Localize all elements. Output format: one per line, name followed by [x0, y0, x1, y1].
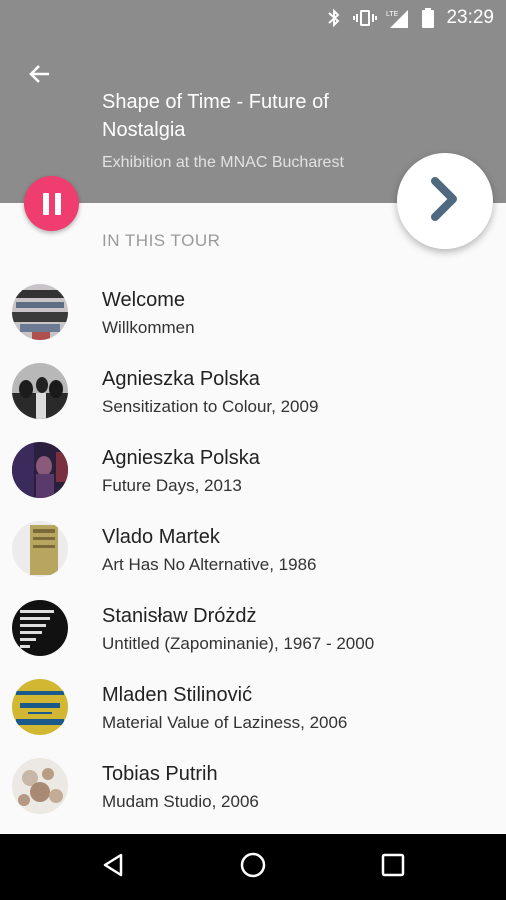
svg-text:LTE: LTE: [386, 11, 399, 18]
item-title: Mladen Stilinović: [102, 684, 253, 706]
home-circle-icon: [238, 850, 268, 885]
back-triangle-icon: [99, 851, 127, 884]
section-label: IN THIS TOUR: [102, 231, 221, 250]
list-item[interactable]: Agnieszka Polska Sensitization to Colour…: [0, 351, 506, 430]
next-button[interactable]: [397, 153, 493, 249]
item-subtitle: Material Value of Laziness, 2006: [102, 713, 348, 732]
pause-icon: [40, 192, 64, 215]
artwork-thumbnail: [12, 600, 68, 656]
list-item[interactable]: Mladen Stilinović Material Value of Lazi…: [0, 667, 506, 746]
list-item[interactable]: Agnieszka Polska Future Days, 2013: [0, 430, 506, 509]
chevron-right-icon: [423, 173, 467, 230]
item-title: Stanisław Dróżdż: [102, 605, 257, 627]
item-title: Agnieszka Polska: [102, 447, 260, 469]
battery-icon: [420, 6, 436, 35]
navigation-bar: [0, 834, 506, 900]
item-subtitle: Art Has No Alternative, 1986: [102, 555, 317, 574]
item-subtitle: Mudam Studio, 2006: [102, 792, 259, 811]
clock: 23:29: [446, 7, 494, 28]
item-subtitle: Future Days, 2013: [102, 476, 242, 495]
artwork-thumbnail: [12, 679, 68, 735]
item-subtitle: Sensitization to Colour, 2009: [102, 397, 319, 416]
page-title: Shape of Time - Future of Nostalgia: [102, 91, 329, 141]
lte-signal-icon: LTE: [384, 6, 410, 35]
artwork-thumbnail: [12, 442, 68, 498]
page-subtitle: Exhibition at the MNAC Bucharest: [102, 154, 344, 171]
item-subtitle: Untitled (Zapominanie), 1967 - 2000: [102, 634, 375, 653]
item-title: Tobias Putrih: [102, 763, 218, 785]
artwork-thumbnail: [12, 758, 68, 814]
nav-back-button[interactable]: [93, 847, 133, 887]
list-item[interactable]: Welcome Willkommen: [0, 272, 506, 351]
nav-home-button[interactable]: [233, 847, 273, 887]
arrow-back-icon: [27, 61, 53, 92]
artwork-thumbnail: [12, 284, 68, 340]
list-item[interactable]: Tobias Putrih Mudam Studio, 2006: [0, 746, 506, 825]
status-bar: LTE 23:29: [0, 0, 506, 36]
pause-button[interactable]: [24, 176, 79, 231]
bluetooth-icon: [326, 6, 342, 35]
vibrate-icon: [352, 6, 378, 35]
nav-recents-button[interactable]: [373, 847, 413, 887]
artwork-thumbnail: [12, 363, 68, 419]
item-title: Agnieszka Polska: [102, 368, 260, 390]
item-subtitle: Willkommen: [102, 318, 195, 337]
item-title: Vlado Martek: [102, 526, 220, 548]
recents-square-icon: [380, 852, 406, 883]
tour-list: Welcome Willkommen Agnieszka Polska Sens…: [0, 272, 506, 825]
item-title: Welcome: [102, 289, 185, 311]
artwork-thumbnail: [12, 521, 68, 577]
list-item[interactable]: Stanisław Dróżdż Untitled (Zapominanie),…: [0, 588, 506, 667]
back-button[interactable]: [22, 58, 58, 94]
list-item[interactable]: Vlado Martek Art Has No Alternative, 198…: [0, 509, 506, 588]
